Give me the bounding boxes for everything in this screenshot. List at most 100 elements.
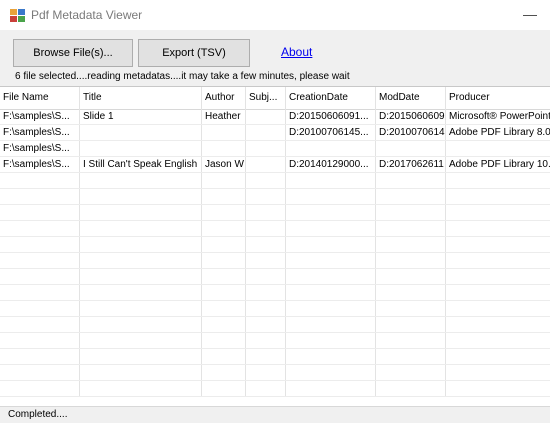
empty-table-row bbox=[0, 333, 550, 349]
empty-cell bbox=[376, 189, 446, 204]
empty-cell bbox=[202, 301, 246, 316]
empty-cell bbox=[376, 269, 446, 284]
empty-cell bbox=[202, 189, 246, 204]
cell-subject bbox=[246, 125, 286, 140]
cell-title bbox=[80, 125, 202, 140]
empty-cell bbox=[80, 189, 202, 204]
status-bar: Completed.... bbox=[0, 406, 550, 423]
column-header-file-name[interactable]: File Name bbox=[0, 87, 80, 109]
cell-creation-date: D:20150606091... bbox=[286, 109, 376, 124]
cell-subject bbox=[246, 109, 286, 124]
empty-cell bbox=[376, 349, 446, 364]
empty-cell bbox=[376, 381, 446, 396]
cell-producer: Adobe PDF Library 8.0 bbox=[449, 127, 550, 138]
export-tsv-button[interactable]: Export (TSV) bbox=[138, 39, 250, 67]
empty-cell bbox=[376, 253, 446, 268]
empty-cell bbox=[0, 317, 80, 332]
cell-subject bbox=[246, 157, 286, 172]
column-header-author[interactable]: Author bbox=[202, 87, 246, 109]
empty-cell bbox=[80, 285, 202, 300]
empty-table-row bbox=[0, 205, 550, 221]
empty-cell bbox=[0, 237, 80, 252]
empty-cell bbox=[0, 189, 80, 204]
empty-cell bbox=[246, 253, 286, 268]
column-header-title[interactable]: Title bbox=[80, 87, 202, 109]
cell-mod-date: D:2010070614 bbox=[376, 125, 446, 140]
empty-cell bbox=[202, 285, 246, 300]
empty-cell bbox=[446, 205, 550, 220]
empty-cell bbox=[80, 349, 202, 364]
empty-cell bbox=[202, 365, 246, 380]
empty-table-row bbox=[0, 253, 550, 269]
empty-cell bbox=[246, 349, 286, 364]
empty-cell bbox=[202, 349, 246, 364]
empty-cell bbox=[202, 381, 246, 396]
empty-cell bbox=[80, 301, 202, 316]
empty-cell bbox=[446, 253, 550, 268]
table-header-row: File Name Title Author Subj... CreationD… bbox=[0, 87, 550, 110]
empty-table-row bbox=[0, 301, 550, 317]
empty-cell bbox=[0, 285, 80, 300]
empty-cell bbox=[286, 173, 376, 188]
empty-cell bbox=[286, 381, 376, 396]
empty-cell bbox=[80, 365, 202, 380]
empty-cell bbox=[376, 285, 446, 300]
empty-cell bbox=[246, 237, 286, 252]
cell-author: Jason W bbox=[202, 157, 246, 172]
empty-cell bbox=[246, 285, 286, 300]
empty-cell bbox=[246, 333, 286, 348]
empty-cell bbox=[246, 365, 286, 380]
column-header-producer[interactable]: Producer bbox=[446, 87, 550, 109]
empty-cell bbox=[246, 301, 286, 316]
table-row[interactable]: F:\samples\S... I Still Can't Speak Engl… bbox=[0, 157, 550, 173]
minimize-icon[interactable]: — bbox=[520, 4, 540, 24]
empty-cell bbox=[80, 173, 202, 188]
column-header-mod-date[interactable]: ModDate bbox=[376, 87, 446, 109]
empty-cell bbox=[80, 253, 202, 268]
empty-cell bbox=[0, 301, 80, 316]
column-header-subject[interactable]: Subj... bbox=[246, 87, 286, 109]
empty-cell bbox=[0, 173, 80, 188]
empty-cell bbox=[376, 205, 446, 220]
cell-title: I Still Can't Speak English bbox=[80, 157, 202, 172]
empty-cell bbox=[202, 269, 246, 284]
table-row[interactable]: F:\samples\S... D:20100706145... D:20100… bbox=[0, 125, 550, 141]
empty-cell bbox=[246, 221, 286, 236]
metadata-table[interactable]: File Name Title Author Subj... CreationD… bbox=[0, 86, 550, 407]
empty-table-row bbox=[0, 285, 550, 301]
empty-cell bbox=[0, 349, 80, 364]
empty-cell bbox=[202, 317, 246, 332]
about-link[interactable]: About bbox=[281, 45, 312, 59]
cell-subject bbox=[246, 141, 286, 156]
empty-cell bbox=[80, 237, 202, 252]
empty-cell bbox=[446, 333, 550, 348]
empty-table-row bbox=[0, 221, 550, 237]
empty-cell bbox=[376, 333, 446, 348]
cell-producer: Adobe PDF Library 10.0 bbox=[449, 159, 550, 170]
empty-table-row bbox=[0, 317, 550, 333]
empty-cell bbox=[202, 333, 246, 348]
cell-file-name: F:\samples\S... bbox=[0, 109, 80, 124]
empty-cell bbox=[376, 173, 446, 188]
empty-table-row bbox=[0, 381, 550, 397]
pdf-app-icon bbox=[10, 9, 25, 22]
title-bar: Pdf Metadata Viewer — bbox=[0, 0, 550, 30]
table-row[interactable]: F:\samples\S... Slide 1 Heather D:201506… bbox=[0, 109, 550, 125]
empty-cell bbox=[376, 237, 446, 252]
empty-cell bbox=[202, 221, 246, 236]
empty-cell bbox=[202, 205, 246, 220]
cell-file-name: F:\samples\S... bbox=[0, 125, 80, 140]
empty-cell bbox=[0, 253, 80, 268]
empty-cell bbox=[202, 237, 246, 252]
empty-cell bbox=[246, 381, 286, 396]
empty-cell bbox=[286, 349, 376, 364]
column-header-creation-date[interactable]: CreationDate bbox=[286, 87, 376, 109]
table-row[interactable]: F:\samples\S... bbox=[0, 141, 550, 157]
browse-files-button[interactable]: Browse File(s)... bbox=[13, 39, 133, 67]
empty-cell bbox=[446, 365, 550, 380]
window-title: Pdf Metadata Viewer bbox=[31, 8, 143, 22]
cell-file-name: F:\samples\S... bbox=[0, 141, 80, 156]
empty-cell bbox=[446, 221, 550, 236]
empty-table-row bbox=[0, 365, 550, 381]
empty-cell bbox=[80, 221, 202, 236]
